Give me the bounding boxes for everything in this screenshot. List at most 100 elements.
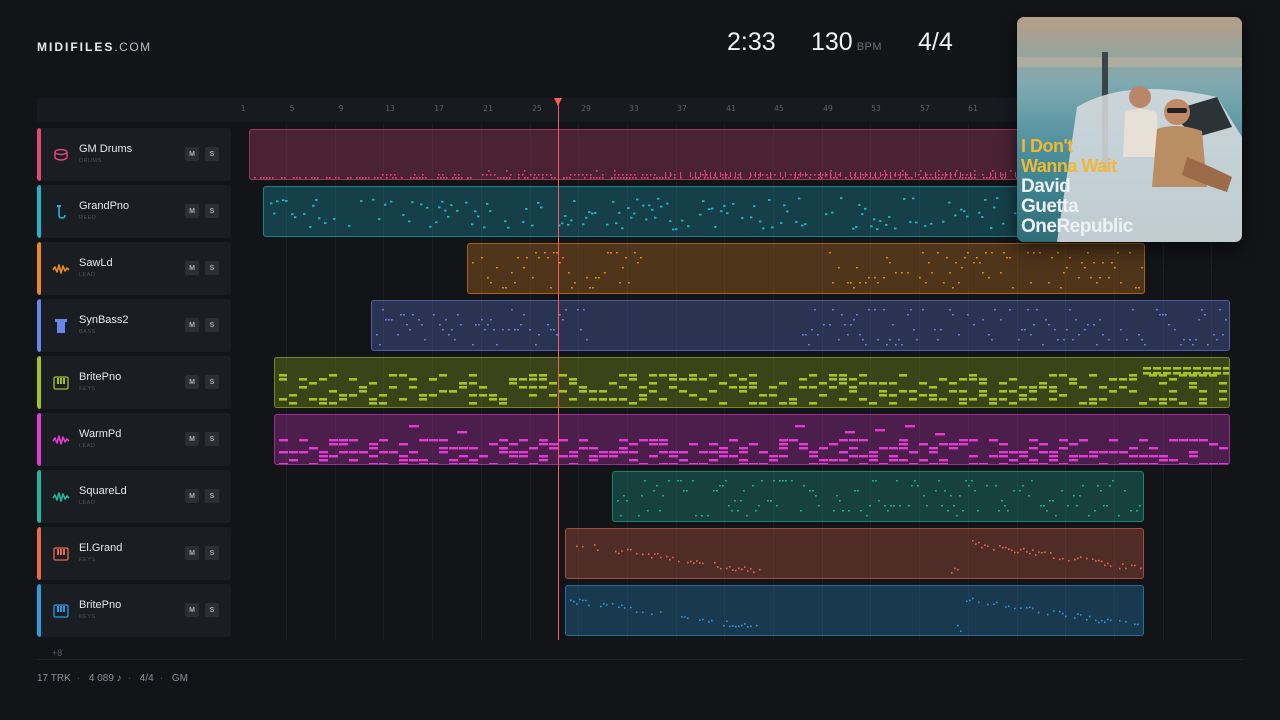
midi-region[interactable] [565,528,1144,579]
midi-note [653,177,655,179]
midi-note [1033,324,1035,326]
track-header[interactable]: El.Grand KEYS M S [37,527,231,580]
midi-note [1086,619,1088,621]
midi-note [707,177,709,179]
midi-note [1138,287,1140,289]
solo-button[interactable]: S [205,204,219,218]
solo-button[interactable]: S [205,489,219,503]
midi-note [535,252,537,254]
mute-button[interactable]: M [185,204,199,218]
midi-note [969,374,977,377]
midi-note [680,177,682,179]
solo-button[interactable]: S [205,318,219,332]
solo-button[interactable]: S [205,147,219,161]
midi-note [791,480,793,482]
midi-note [925,172,926,177]
midi-note [1111,262,1113,264]
midi-region[interactable] [467,243,1145,294]
midi-note [735,569,737,572]
midi-note [539,443,548,446]
midi-note [499,439,508,442]
track-color-stripe [37,470,41,523]
midi-note [1009,390,1017,393]
track-header[interactable]: SquareLd LEAD M S [37,470,231,523]
mute-button[interactable]: M [185,261,199,275]
playhead-handle[interactable] [554,98,562,106]
midi-note [1029,398,1037,401]
midi-region[interactable] [612,471,1144,522]
midi-note [634,252,636,254]
midi-region[interactable] [565,585,1144,636]
track-color-stripe [37,413,41,466]
midi-region[interactable] [274,414,1230,465]
midi-note [588,604,590,607]
track-header[interactable]: GM Drums DRUMS M S [37,128,231,181]
solo-button[interactable]: S [205,603,219,617]
midi-note [722,485,724,487]
midi-note [1119,620,1121,622]
midi-note [649,439,658,442]
midi-note [489,443,498,446]
brand-logo[interactable]: MIDIFILES.COM [37,40,152,54]
midi-note [731,510,733,512]
midi-note [329,443,338,446]
midi-note [483,226,486,229]
midi-region[interactable] [274,357,1230,408]
track-header[interactable]: SynBass2 BASS M S [37,299,231,352]
solo-button[interactable]: S [205,375,219,389]
mute-button[interactable]: M [185,603,199,617]
midi-note [1169,378,1177,381]
mute-button[interactable]: M [185,375,199,389]
mute-button[interactable]: M [185,489,199,503]
midi-note [1169,398,1177,401]
midi-region[interactable] [249,129,1039,180]
midi-note [1219,463,1228,464]
midi-note [886,174,888,176]
track-header[interactable]: BritePno KEYS M S [37,356,231,409]
midi-note [789,398,797,401]
midi-note [481,319,483,321]
midi-region[interactable] [371,300,1230,351]
midi-note [750,216,753,219]
midi-note [680,480,682,482]
midi-note [885,172,886,177]
midi-note [964,257,966,259]
mute-button[interactable]: M [185,432,199,446]
midi-note [889,459,898,462]
midi-note [938,174,940,176]
solo-button[interactable]: S [205,546,219,560]
track-header[interactable]: SawLd LEAD M S [37,242,231,295]
solo-button[interactable]: S [205,432,219,446]
midi-note [988,334,990,336]
midi-note [674,174,676,176]
midi-note [1203,372,1211,375]
midi-note [800,172,801,177]
track-header[interactable]: GrandPno REED M S [37,185,231,238]
midi-note [487,277,489,279]
midi-note [1087,324,1089,326]
midi-note [539,455,548,458]
midi-region[interactable] [263,186,1043,237]
midi-note [915,172,916,177]
track-header[interactable]: BritePno KEYS M S [37,584,231,637]
midi-note [335,177,337,179]
midi-note [771,226,774,229]
mute-button[interactable]: M [185,147,199,161]
midi-note [624,607,626,609]
midi-note [1183,367,1191,370]
track-header[interactable]: WarmPd LEAD M S [37,413,231,466]
midi-note [379,451,388,454]
midi-note [860,177,862,179]
midi-note [1008,605,1010,608]
midi-note [849,439,858,442]
playhead[interactable] [554,98,562,640]
note-pattern [279,425,1228,464]
midi-note [305,177,307,179]
mute-button[interactable]: M [185,318,199,332]
solo-button[interactable]: S [205,261,219,275]
more-tracks-indicator[interactable]: +8 [52,648,62,658]
mute-button[interactable]: M [185,546,199,560]
midi-note [898,174,900,176]
midi-note [636,611,638,613]
midi-note [504,220,507,223]
